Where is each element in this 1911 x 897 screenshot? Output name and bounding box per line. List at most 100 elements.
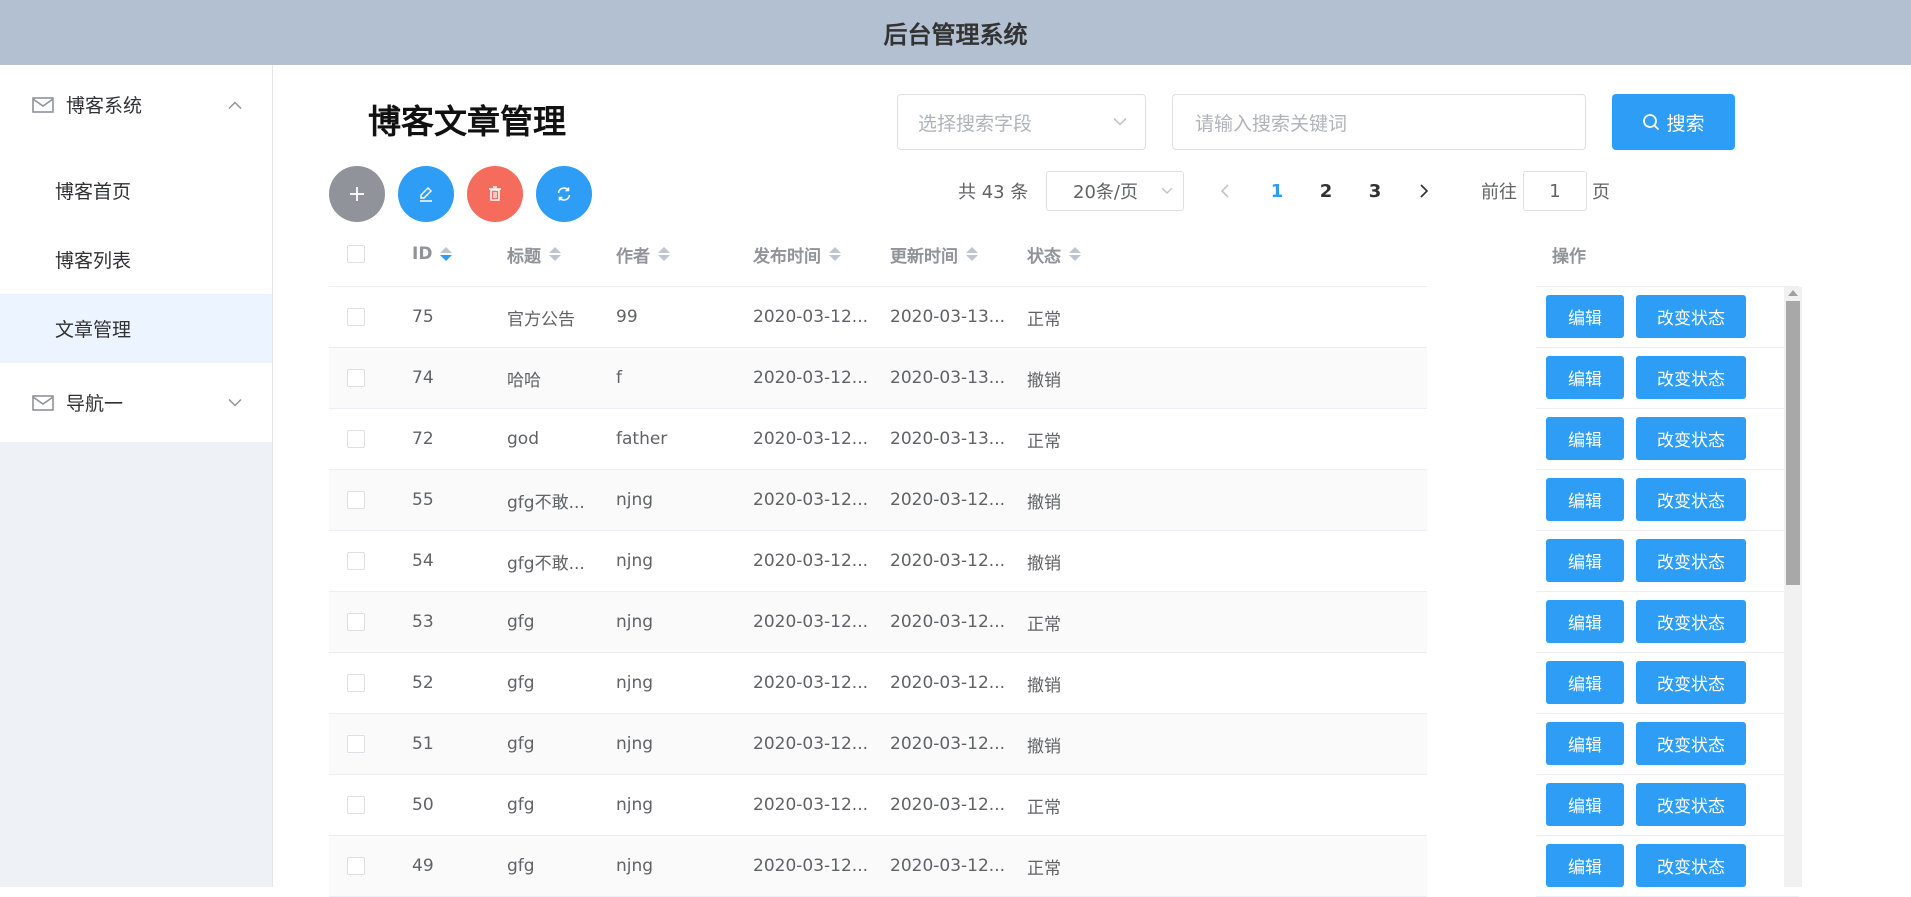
goto-label: 前往 [1481, 182, 1517, 203]
cell-author: njng [616, 673, 654, 693]
change-status-button[interactable]: 改变状态 [1636, 661, 1746, 704]
row-checkbox[interactable] [347, 552, 365, 570]
prev-page-button[interactable] [1214, 171, 1234, 211]
add-button[interactable] [329, 166, 385, 222]
edit-row-button[interactable]: 编辑 [1546, 417, 1624, 460]
plus-icon [350, 187, 364, 201]
cell-author: njng [616, 551, 654, 571]
chevron-down-icon [228, 398, 242, 407]
cell-title: 哈哈 [507, 370, 541, 391]
row-checkbox[interactable] [347, 491, 365, 509]
cell-author: 99 [616, 307, 638, 327]
refresh-button[interactable] [536, 166, 592, 222]
change-status-button[interactable]: 改变状态 [1636, 844, 1746, 887]
mail-icon [32, 96, 54, 113]
change-status-button[interactable]: 改变状态 [1636, 539, 1746, 582]
cell-author: njng [616, 795, 654, 815]
delete-button[interactable] [467, 166, 523, 222]
table-row: 53 gfg njng 2020-03-12... 2020-03-12... 正常 [329, 592, 1427, 653]
table-row: 49 gfg njng 2020-03-12... 2020-03-12... 正常 [329, 836, 1427, 897]
column-header-author[interactable]: 作者 [616, 222, 670, 286]
row-checkbox[interactable] [347, 369, 365, 387]
scroll-up-arrow-icon[interactable] [1788, 290, 1798, 296]
search-field-select[interactable]: 选择搜索字段 [897, 94, 1146, 150]
page-3[interactable]: 3 [1360, 171, 1390, 211]
edit-row-button[interactable]: 编辑 [1546, 295, 1624, 338]
row-checkbox[interactable] [347, 613, 365, 631]
edit-button[interactable] [398, 166, 454, 222]
operations-row: 编辑 改变状态 [1536, 775, 1799, 836]
edit-row-button[interactable]: 编辑 [1546, 844, 1624, 887]
sidebar-item-blog-home[interactable]: 博客首页 [0, 156, 272, 225]
cell-author: njng [616, 612, 654, 632]
edit-row-button[interactable]: 编辑 [1546, 539, 1624, 582]
page-1[interactable]: 1 [1262, 171, 1292, 211]
edit-row-button[interactable]: 编辑 [1546, 783, 1624, 826]
change-status-button[interactable]: 改变状态 [1636, 417, 1746, 460]
row-checkbox[interactable] [347, 674, 365, 692]
row-checkbox[interactable] [347, 796, 365, 814]
change-status-button[interactable]: 改变状态 [1636, 600, 1746, 643]
sidebar-item-blog-list[interactable]: 博客列表 [0, 225, 272, 294]
change-status-button[interactable]: 改变状态 [1636, 783, 1746, 826]
search-button[interactable]: 搜索 [1612, 94, 1735, 150]
search-placeholder: 请输入搜索关键词 [1195, 112, 1348, 135]
cell-author: f [616, 368, 622, 388]
cell-published: 2020-03-12... [753, 429, 869, 449]
cell-id: 55 [412, 490, 434, 510]
search-button-label: 搜索 [1666, 112, 1705, 135]
change-status-button[interactable]: 改变状态 [1636, 478, 1746, 521]
column-header-id[interactable]: ID [412, 222, 453, 286]
column-header-updated[interactable]: 更新时间 [890, 222, 978, 286]
change-status-button[interactable]: 改变状态 [1636, 295, 1746, 338]
articles-table: ID 标题 作者 发布时间 更新时间 状态 75 官方公告 99 2020-03-12… [329, 222, 1427, 897]
cell-updated: 2020-03-12... [890, 795, 1006, 815]
cell-updated: 2020-03-12... [890, 673, 1006, 693]
edit-row-button[interactable]: 编辑 [1546, 661, 1624, 704]
cell-published: 2020-03-12... [753, 856, 869, 876]
cell-title: gfg [507, 734, 535, 754]
sidebar-group-nav-one[interactable]: 导航一 [0, 363, 272, 442]
cell-status: 正常 [1027, 797, 1061, 818]
page-2[interactable]: 2 [1311, 171, 1341, 211]
scrollbar-thumb[interactable] [1786, 301, 1800, 585]
mail-icon [32, 394, 54, 411]
column-header-published[interactable]: 发布时间 [753, 222, 841, 286]
column-header-title[interactable]: 标题 [507, 222, 561, 286]
vertical-scrollbar[interactable] [1784, 287, 1802, 887]
table-body: 75 官方公告 99 2020-03-12... 2020-03-13... 正常 74 哈哈… [329, 287, 1427, 897]
edit-row-button[interactable]: 编辑 [1546, 722, 1624, 765]
table-row: 72 god father 2020-03-12... 2020-03-13... 正常 [329, 409, 1427, 470]
next-page-button[interactable] [1414, 171, 1434, 211]
row-checkbox[interactable] [347, 430, 365, 448]
page-size-select[interactable]: 20条/页 [1046, 171, 1184, 211]
sidebar-item-label: 博客列表 [55, 250, 132, 272]
cell-published: 2020-03-12... [753, 734, 869, 754]
sidebar-group-blog[interactable]: 博客系统 [0, 65, 272, 144]
sort-icon [829, 247, 841, 261]
goto-page-input[interactable]: 1 [1523, 171, 1587, 211]
column-header-status[interactable]: 状态 [1027, 222, 1081, 286]
select-all-checkbox[interactable] [347, 245, 365, 263]
sidebar-item-article-management[interactable]: 文章管理 [0, 294, 272, 363]
chevron-right-icon [1419, 184, 1428, 198]
cell-status: 正常 [1027, 431, 1061, 452]
row-checkbox[interactable] [347, 308, 365, 326]
row-checkbox[interactable] [347, 735, 365, 753]
cell-published: 2020-03-12... [753, 490, 869, 510]
edit-row-button[interactable]: 编辑 [1546, 356, 1624, 399]
edit-row-button[interactable]: 编辑 [1546, 478, 1624, 521]
cell-id: 51 [412, 734, 434, 754]
app-header: 后台管理系统 [0, 0, 1911, 65]
edit-row-button[interactable]: 编辑 [1546, 600, 1624, 643]
search-input[interactable]: 请输入搜索关键词 [1172, 94, 1586, 150]
operations-row: 编辑 改变状态 [1536, 470, 1799, 531]
cell-updated: 2020-03-13... [890, 307, 1006, 327]
chevron-up-icon [228, 100, 242, 109]
change-status-button[interactable]: 改变状态 [1636, 356, 1746, 399]
row-checkbox[interactable] [347, 857, 365, 875]
cell-title: gfg [507, 856, 535, 876]
cell-status: 正常 [1027, 614, 1061, 635]
change-status-button[interactable]: 改变状态 [1636, 722, 1746, 765]
pagination-total: 共 43 条 [958, 182, 1029, 203]
